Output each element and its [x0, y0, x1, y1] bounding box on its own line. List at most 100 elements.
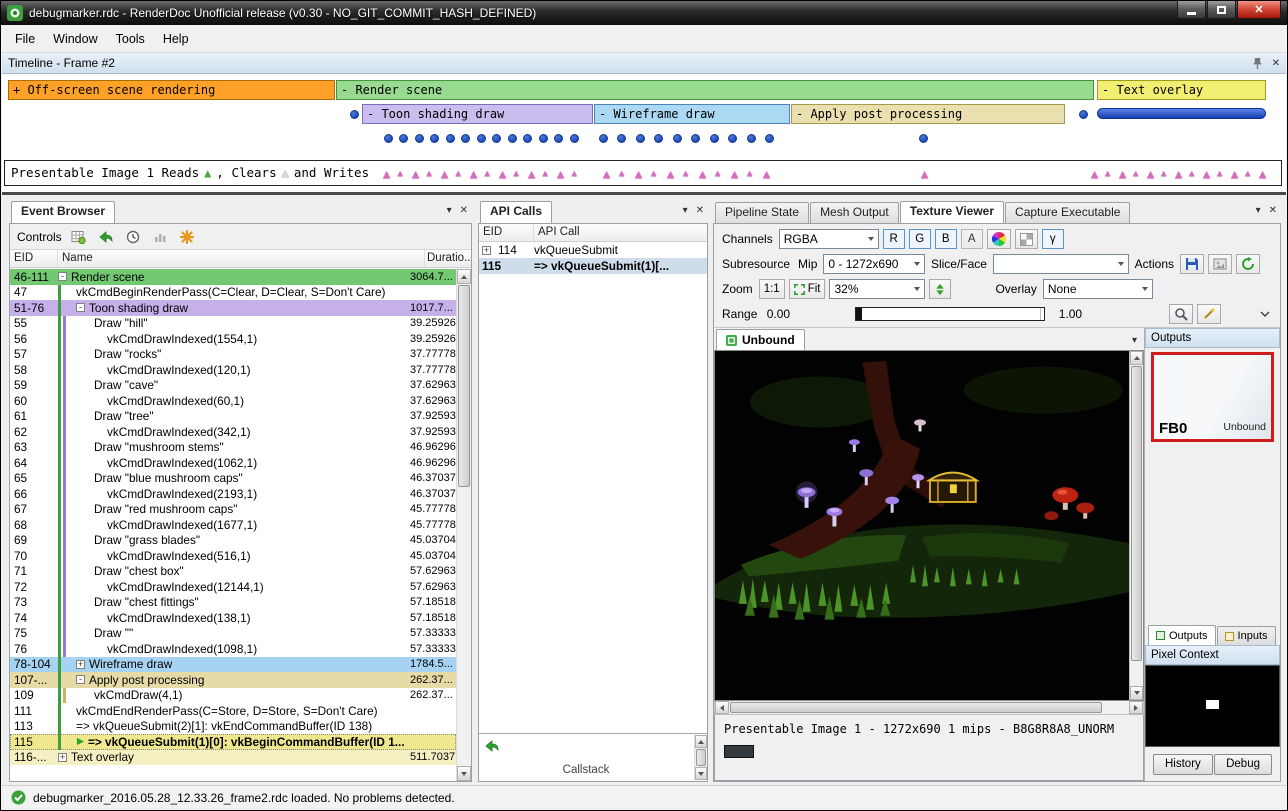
- event-row[interactable]: 61Draw "tree"37.92593: [10, 409, 456, 425]
- write-event-marker[interactable]: ▲: [1119, 165, 1126, 183]
- event-row[interactable]: 116-...+Text overlay511.7037: [10, 750, 456, 766]
- tab-outputs[interactable]: Outputs: [1148, 625, 1216, 645]
- draw-event-dot[interactable]: [617, 134, 626, 143]
- autofit-range-button[interactable]: [1197, 304, 1221, 324]
- event-row[interactable]: 73Draw "chest fittings"57.18518: [10, 595, 456, 611]
- write-event-marker[interactable]: ▲: [543, 165, 548, 183]
- green-channel-toggle[interactable]: G: [909, 229, 931, 249]
- clock-button[interactable]: [123, 227, 143, 247]
- scroll-down-button[interactable]: [457, 766, 471, 781]
- scroll-up-button[interactable]: [1130, 351, 1143, 365]
- gamma-button[interactable]: γ: [1042, 229, 1064, 249]
- write-event-marker[interactable]: ▲: [651, 165, 656, 183]
- sliceface-dropdown[interactable]: [993, 254, 1129, 274]
- event-row[interactable]: 64vkCmdDrawIndexed(1062,1)46.96296: [10, 455, 456, 471]
- tab-mesh-output[interactable]: Mesh Output: [810, 202, 899, 223]
- menu-item-tools[interactable]: Tools: [107, 27, 154, 51]
- range-slider[interactable]: [855, 307, 1045, 321]
- draw-event-dot[interactable]: [710, 134, 719, 143]
- pixel-context-view[interactable]: [1145, 665, 1280, 747]
- scroll-down-button[interactable]: [1130, 686, 1143, 700]
- event-row[interactable]: 69Draw "grass blades"45.03704: [10, 533, 456, 549]
- write-event-marker[interactable]: ▲: [1217, 165, 1222, 183]
- history-button[interactable]: History: [1153, 754, 1213, 775]
- event-row[interactable]: 111vkCmdEndRenderPass(C=Store, D=Store, …: [10, 703, 456, 719]
- draw-event-dot[interactable]: [570, 134, 579, 143]
- scroll-up-button[interactable]: [457, 269, 471, 284]
- event-row[interactable]: 59Draw "cave"37.62963: [10, 378, 456, 394]
- draw-event-dot[interactable]: [636, 134, 645, 143]
- tree-expander[interactable]: +: [482, 246, 491, 255]
- goto-source-icon[interactable]: [484, 739, 500, 756]
- timeline-marker-bar[interactable]: - Apply post processing: [791, 104, 1065, 124]
- timeline-marker-bar[interactable]: - Toon shading draw: [362, 104, 593, 124]
- zoom-level-combo[interactable]: 32%: [829, 279, 925, 299]
- write-event-marker[interactable]: ▲: [763, 165, 770, 183]
- write-event-marker[interactable]: ▲: [528, 165, 535, 183]
- event-row[interactable]: 71Draw "chest box"57.62963: [10, 564, 456, 580]
- event-browser-scrollbar[interactable]: [456, 269, 471, 781]
- write-event-marker[interactable]: ▲: [499, 165, 506, 183]
- dock-close-icon[interactable]: ✕: [1269, 205, 1277, 216]
- draw-event-dot[interactable]: [539, 134, 548, 143]
- tree-expander[interactable]: -: [76, 303, 85, 312]
- event-row[interactable]: 74vkCmdDrawIndexed(138,1)57.18518: [10, 610, 456, 626]
- write-event-marker[interactable]: ▲: [1231, 165, 1238, 183]
- api-call-row[interactable]: +114vkQueueSubmit: [479, 242, 707, 258]
- draw-event-dot[interactable]: [430, 134, 439, 143]
- write-event-marker[interactable]: ▲: [1147, 165, 1154, 183]
- tab-capture-executable[interactable]: Capture Executable: [1005, 202, 1130, 223]
- write-event-marker[interactable]: ▲: [557, 165, 564, 183]
- tab-inputs[interactable]: Inputs: [1217, 626, 1276, 645]
- color-wheel-button[interactable]: [987, 229, 1011, 249]
- time-draws-button[interactable]: [69, 227, 89, 247]
- column-duration[interactable]: Duratio...: [425, 250, 471, 267]
- draw-event-dot[interactable]: [673, 134, 682, 143]
- write-event-marker[interactable]: ▲: [715, 165, 720, 183]
- event-row[interactable]: 70vkCmdDrawIndexed(516,1)45.03704: [10, 548, 456, 564]
- write-event-marker[interactable]: ▲: [1259, 165, 1266, 183]
- draw-event-dot[interactable]: [654, 134, 663, 143]
- draw-event-dot[interactable]: [599, 134, 608, 143]
- event-row[interactable]: 55Draw "hill"39.25926: [10, 316, 456, 332]
- write-event-marker[interactable]: ▲: [470, 165, 477, 183]
- column-api-call[interactable]: API Call: [534, 224, 707, 241]
- channels-dropdown[interactable]: RGBA: [779, 229, 879, 249]
- goto-eid-button[interactable]: [96, 227, 116, 247]
- texture-vertical-scrollbar[interactable]: [1129, 351, 1143, 700]
- write-event-marker[interactable]: ▲: [383, 165, 390, 183]
- red-channel-toggle[interactable]: R: [883, 229, 905, 249]
- draw-event-dot[interactable]: [350, 110, 359, 119]
- draw-event-dot[interactable]: [919, 134, 928, 143]
- tab-pipeline-state[interactable]: Pipeline State: [715, 202, 809, 223]
- event-row[interactable]: 113=> vkQueueSubmit(2)[1]: vkEndCommandB…: [10, 719, 456, 735]
- column-eid[interactable]: EID: [479, 224, 534, 241]
- timeline-marker-bar[interactable]: + Off-screen scene rendering: [8, 80, 335, 100]
- draw-event-dot[interactable]: [554, 134, 563, 143]
- write-event-marker[interactable]: ▲: [485, 165, 490, 183]
- write-event-marker[interactable]: ▲: [921, 165, 928, 183]
- tree-expander[interactable]: -: [58, 272, 67, 281]
- write-event-marker[interactable]: ▲: [635, 165, 642, 183]
- refresh-button[interactable]: [1236, 254, 1260, 274]
- event-row[interactable]: 58vkCmdDrawIndexed(120,1)37.77778: [10, 362, 456, 378]
- event-row[interactable]: 67Draw "red mushroom caps"45.77778: [10, 502, 456, 518]
- zoom-1to1-button[interactable]: 1:1: [759, 279, 785, 299]
- scroll-left-button[interactable]: [715, 701, 729, 714]
- draw-event-dot[interactable]: [415, 134, 424, 143]
- event-row[interactable]: 107-...-Apply post processing262.37...: [10, 672, 456, 688]
- flip-y-button[interactable]: [929, 279, 951, 299]
- tree-expander[interactable]: -: [76, 675, 85, 684]
- event-row[interactable]: 66vkCmdDrawIndexed(2193,1)46.37037: [10, 486, 456, 502]
- alpha-channel-toggle[interactable]: A: [961, 229, 983, 249]
- event-row[interactable]: 115=> vkQueueSubmit(1)[0]: vkBeginComman…: [10, 734, 456, 750]
- mip-dropdown[interactable]: 0 - 1272x690: [823, 254, 925, 274]
- zoom-fit-button[interactable]: Fit: [789, 279, 826, 299]
- event-row[interactable]: 47vkCmdBeginRenderPass(C=Clear, D=Clear,…: [10, 285, 456, 301]
- draw-event-dot[interactable]: [399, 134, 408, 143]
- overlay-dropdown[interactable]: None: [1043, 279, 1153, 299]
- tab-api-calls[interactable]: API Calls: [480, 201, 552, 223]
- close-button[interactable]: ✕: [1237, 1, 1281, 19]
- pin-icon[interactable]: [1252, 57, 1263, 70]
- draw-event-dot[interactable]: [691, 134, 700, 143]
